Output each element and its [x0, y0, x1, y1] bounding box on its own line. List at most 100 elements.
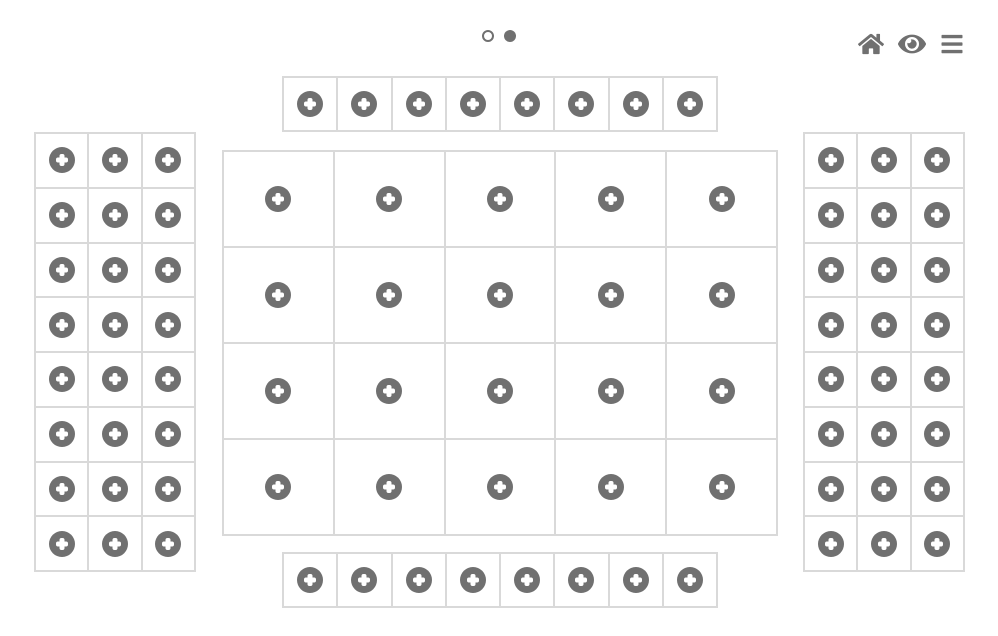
grid-top-cell[interactable] [554, 77, 608, 131]
grid-left-cell[interactable] [88, 407, 141, 462]
grid-center-cell[interactable] [555, 439, 666, 535]
plus-circle-icon [677, 567, 703, 593]
grid-center-cell[interactable] [223, 439, 334, 535]
grid-right-cell[interactable] [911, 133, 964, 188]
grid-center-cell[interactable] [334, 439, 445, 535]
grid-top-cell[interactable] [337, 77, 391, 131]
grid-left-cell[interactable] [35, 516, 88, 571]
grid-center-cell[interactable] [445, 247, 556, 343]
grid-right-cell[interactable] [857, 516, 910, 571]
grid-center-cell[interactable] [666, 151, 777, 247]
grid-left-cell[interactable] [88, 516, 141, 571]
grid-right-cell[interactable] [804, 243, 857, 298]
grid-center-cell[interactable] [223, 247, 334, 343]
grid-right-cell[interactable] [804, 407, 857, 462]
plus-circle-icon [102, 476, 128, 502]
grid-left-cell[interactable] [142, 243, 195, 298]
plus-circle-icon [924, 531, 950, 557]
grid-right-cell[interactable] [911, 297, 964, 352]
grid-left-cell[interactable] [35, 407, 88, 462]
grid-left-cell[interactable] [142, 352, 195, 407]
grid-center-cell[interactable] [555, 151, 666, 247]
grid-bottom-cell[interactable] [554, 553, 608, 607]
grid-right-cell[interactable] [857, 352, 910, 407]
grid-center-cell[interactable] [445, 151, 556, 247]
grid-right-cell[interactable] [857, 133, 910, 188]
grid-bottom-cell[interactable] [663, 553, 717, 607]
grid-center-cell[interactable] [445, 439, 556, 535]
grid-bottom-cell[interactable] [392, 553, 446, 607]
grid-right-cell[interactable] [804, 133, 857, 188]
grid-right-cell[interactable] [911, 188, 964, 243]
grid-left-cell[interactable] [142, 133, 195, 188]
plus-circle-icon [818, 147, 844, 173]
grid-top-cell[interactable] [663, 77, 717, 131]
grid-top-cell[interactable] [500, 77, 554, 131]
grid-right-cell[interactable] [804, 188, 857, 243]
grid-center-cell[interactable] [666, 439, 777, 535]
grid-center-cell[interactable] [223, 151, 334, 247]
bars-icon[interactable] [940, 32, 964, 61]
grid-center-cell[interactable] [223, 343, 334, 439]
grid-bottom-cell[interactable] [283, 553, 337, 607]
grid-right-cell[interactable] [911, 407, 964, 462]
grid-center-cell[interactable] [555, 343, 666, 439]
grid-center-cell[interactable] [334, 247, 445, 343]
grid-right-cell[interactable] [857, 297, 910, 352]
grid-center-cell[interactable] [334, 343, 445, 439]
page-dot-2[interactable] [504, 30, 516, 42]
grid-top-cell[interactable] [609, 77, 663, 131]
grid-left-cell[interactable] [35, 297, 88, 352]
grid-bottom-cell[interactable] [446, 553, 500, 607]
grid-right-cell[interactable] [804, 297, 857, 352]
plus-circle-icon [265, 186, 291, 212]
grid-left-cell[interactable] [142, 407, 195, 462]
grid-right-cell[interactable] [857, 407, 910, 462]
home-icon[interactable] [858, 31, 884, 62]
plus-circle-icon [818, 257, 844, 283]
plus-circle-icon [376, 186, 402, 212]
grid-right-cell[interactable] [911, 462, 964, 517]
grid-left-cell[interactable] [88, 133, 141, 188]
grid-bottom-cell[interactable] [500, 553, 554, 607]
plus-circle-icon [297, 567, 323, 593]
grid-right-cell[interactable] [911, 516, 964, 571]
grid-right-cell[interactable] [857, 188, 910, 243]
grid-top-cell[interactable] [446, 77, 500, 131]
grid-top-cell[interactable] [283, 77, 337, 131]
grid-left-cell[interactable] [88, 188, 141, 243]
grid-left-cell[interactable] [35, 133, 88, 188]
grid-bottom-cell[interactable] [609, 553, 663, 607]
grid-left-cell[interactable] [88, 243, 141, 298]
grid-left-cell[interactable] [142, 462, 195, 517]
toolbar [858, 30, 964, 63]
grid-left-cell[interactable] [88, 297, 141, 352]
grid-left-cell[interactable] [35, 462, 88, 517]
grid-center-cell[interactable] [666, 343, 777, 439]
plus-circle-icon [871, 531, 897, 557]
grid-right-cell[interactable] [804, 462, 857, 517]
grid-left-cell[interactable] [35, 188, 88, 243]
grid-bottom-cell[interactable] [337, 553, 391, 607]
grid-center-cell[interactable] [666, 247, 777, 343]
eye-icon[interactable] [898, 30, 926, 63]
grid-right-cell[interactable] [857, 462, 910, 517]
grid-right-cell[interactable] [804, 352, 857, 407]
grid-center-cell[interactable] [334, 151, 445, 247]
grid-left-cell[interactable] [142, 188, 195, 243]
grid-center-cell[interactable] [555, 247, 666, 343]
grid-center-cell[interactable] [445, 343, 556, 439]
page-dot-1[interactable] [482, 30, 494, 42]
grid-left-cell[interactable] [35, 352, 88, 407]
grid-right-cell[interactable] [911, 352, 964, 407]
grid-right-cell[interactable] [804, 516, 857, 571]
grid-left-cell[interactable] [88, 352, 141, 407]
grid-right-cell[interactable] [857, 243, 910, 298]
plus-circle-icon [265, 474, 291, 500]
grid-top-cell[interactable] [392, 77, 446, 131]
grid-left-cell[interactable] [142, 516, 195, 571]
grid-left-cell[interactable] [35, 243, 88, 298]
grid-left-cell[interactable] [88, 462, 141, 517]
grid-right-cell[interactable] [911, 243, 964, 298]
grid-left-cell[interactable] [142, 297, 195, 352]
